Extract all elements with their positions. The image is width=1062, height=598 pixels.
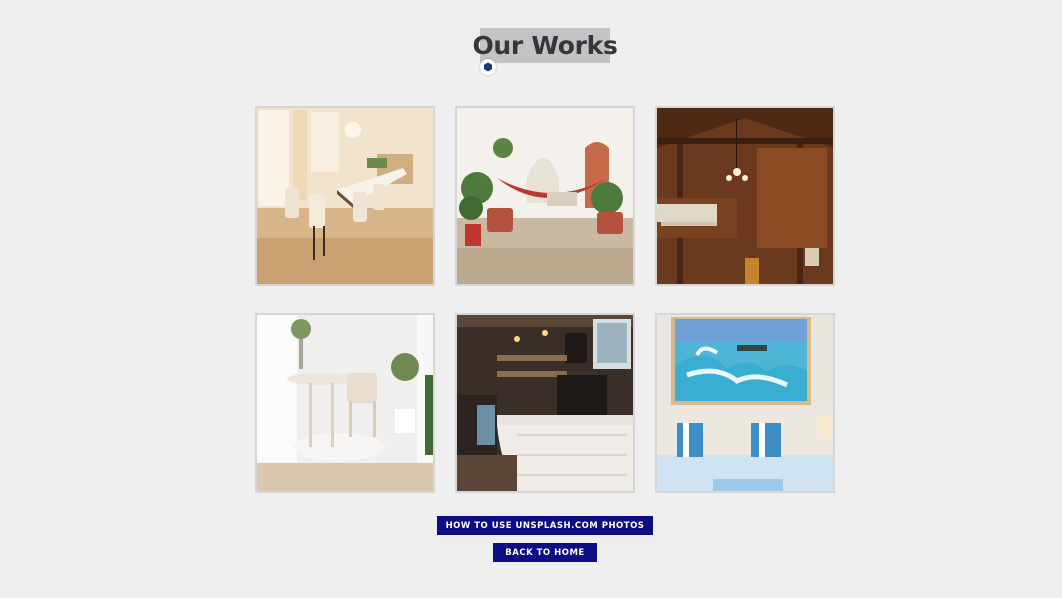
page-title: Our Works — [472, 31, 618, 60]
edit-handle-icon[interactable] — [480, 59, 496, 75]
gallery-item-wooden-hall[interactable] — [655, 106, 835, 286]
gallery-item-bedroom[interactable] — [655, 313, 835, 493]
back-to-home-button[interactable]: BACK TO HOME — [493, 543, 597, 562]
bedroom-seascape-photo — [657, 315, 833, 491]
cafe-counter-photo — [457, 315, 633, 491]
dining-room-photo — [257, 108, 433, 284]
title-highlight: Our Works — [472, 28, 618, 63]
wooden-hall-photo — [657, 108, 833, 284]
white-table-room-photo — [257, 315, 433, 491]
works-gallery — [255, 106, 836, 493]
gallery-item-hammock-room[interactable] — [455, 106, 635, 286]
gallery-item-cafe[interactable] — [455, 313, 635, 493]
hammock-living-room-photo — [457, 108, 633, 284]
gallery-item-dining-room[interactable] — [255, 106, 435, 286]
page: Our Works HOW TO USE UNSPLASH.COM PHOTOS… — [0, 0, 1062, 598]
unsplash-photos-button[interactable]: HOW TO USE UNSPLASH.COM PHOTOS — [437, 516, 653, 535]
gallery-item-white-room[interactable] — [255, 313, 435, 493]
